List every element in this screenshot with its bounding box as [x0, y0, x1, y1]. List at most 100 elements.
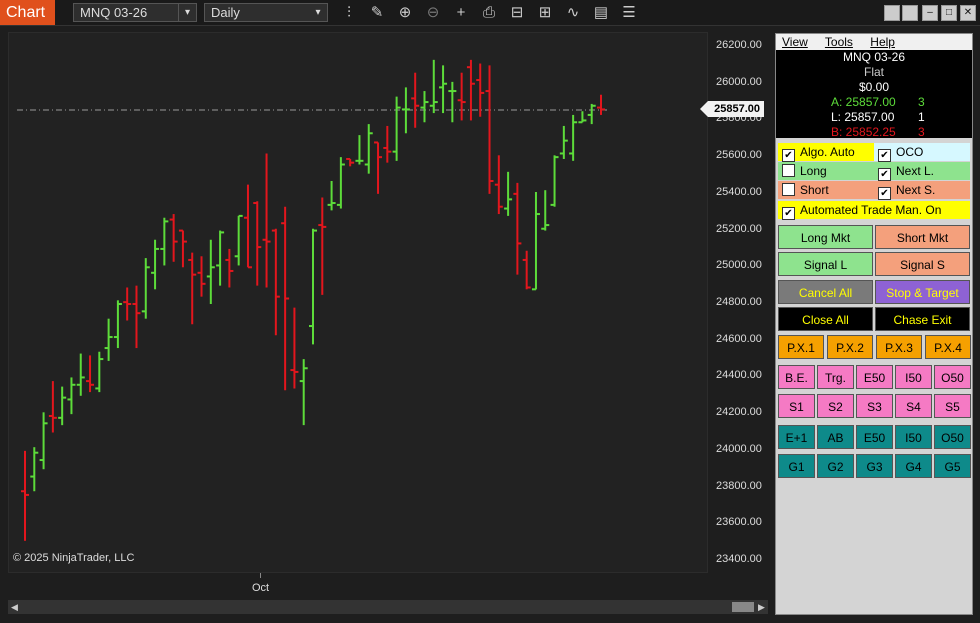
- px1-button[interactable]: P.X.1: [778, 335, 824, 359]
- ohlc-bar: [578, 111, 587, 124]
- ohlc-bar: [355, 135, 364, 165]
- ohlc-bar: [48, 381, 57, 433]
- signal-short-button[interactable]: Signal S: [875, 252, 970, 276]
- zoom-out-icon[interactable]: ⊖: [424, 4, 442, 22]
- next-short-checkbox[interactable]: ✔ Next S.: [874, 181, 970, 200]
- breakeven-button[interactable]: B.E.: [778, 365, 815, 389]
- bid-price: B: 25852.25: [831, 125, 896, 139]
- crosshair-icon[interactable]: +: [452, 4, 470, 22]
- menu-view[interactable]: View: [782, 35, 808, 49]
- s5-button[interactable]: S5: [934, 394, 971, 418]
- i50-button[interactable]: I50: [895, 365, 932, 389]
- timeframe-selector[interactable]: Daily ▾: [204, 3, 328, 22]
- ohlc-bar: [569, 114, 578, 161]
- strategy-icon[interactable]: ⊟: [508, 4, 526, 22]
- oco-checkbox[interactable]: ✔ OCO: [874, 143, 970, 162]
- ohlc-bar: [67, 377, 76, 415]
- properties-icon[interactable]: ⎙: [480, 4, 498, 22]
- s1-button[interactable]: S1: [778, 394, 815, 418]
- maximize-icon[interactable]: □: [941, 5, 957, 21]
- ohlc-bar: [401, 87, 410, 134]
- g5-button[interactable]: G5: [934, 454, 971, 478]
- ohlc-bar: [188, 252, 197, 325]
- ohlc-bar: [392, 96, 401, 161]
- long-mkt-button[interactable]: Long Mkt: [778, 225, 873, 249]
- g3-button[interactable]: G3: [856, 454, 893, 478]
- cancel-all-button[interactable]: Cancel All: [778, 280, 873, 304]
- chart-trader-icon[interactable]: ⊞: [536, 4, 554, 22]
- scroll-thumb[interactable]: [732, 602, 754, 612]
- chevron-down-icon[interactable]: ▾: [309, 4, 327, 21]
- teal-e50-button[interactable]: E50: [856, 425, 893, 449]
- signal-long-button[interactable]: Signal L: [778, 252, 873, 276]
- g4-button[interactable]: G4: [895, 454, 932, 478]
- e-plus-1-button[interactable]: E+1: [778, 425, 815, 449]
- ohlc-bar: [587, 103, 596, 125]
- chase-exit-button[interactable]: Chase Exit: [875, 307, 970, 331]
- ohlc-bar: [104, 318, 113, 361]
- teal-o50-button[interactable]: O50: [934, 425, 971, 449]
- ohlc-bar: [439, 65, 448, 114]
- price-chart: [17, 59, 607, 541]
- ohlc-bar: [336, 157, 345, 209]
- scroll-right-icon[interactable]: ▶: [758, 602, 765, 613]
- copyright-label: © 2025 NinjaTrader, LLC: [13, 552, 135, 564]
- ohlc-bar: [513, 182, 522, 275]
- ohlc-bar: [374, 141, 383, 194]
- minimize-icon[interactable]: –: [922, 5, 938, 21]
- chevron-down-icon[interactable]: ▾: [178, 4, 196, 21]
- template-icon[interactable]: ▤: [592, 4, 610, 22]
- g2-button[interactable]: G2: [817, 454, 854, 478]
- ohlc-bar: [39, 412, 48, 470]
- automated-trade-checkbox[interactable]: ✔ Automated Trade Man. On: [778, 201, 970, 220]
- close-icon[interactable]: ✕: [960, 5, 976, 21]
- ohlc-bar: [151, 239, 160, 290]
- menu-tools[interactable]: Tools: [825, 35, 853, 49]
- s3-button[interactable]: S3: [856, 394, 893, 418]
- e50-button[interactable]: E50: [856, 365, 893, 389]
- next-long-checkbox[interactable]: ✔ Next L.: [874, 162, 970, 181]
- px4-button[interactable]: P.X.4: [925, 335, 971, 359]
- chart-area[interactable]: © 2025 NinjaTrader, LLC: [8, 32, 708, 573]
- list-icon[interactable]: ☰: [620, 4, 638, 22]
- window-option-icon[interactable]: [902, 5, 918, 21]
- ohlc-bar: [243, 184, 252, 269]
- algo-auto-checkbox[interactable]: ✔ Algo. Auto: [778, 143, 874, 162]
- ohlc-bar: [141, 258, 150, 319]
- pencil-icon[interactable]: ✎: [368, 4, 386, 22]
- o50-button[interactable]: O50: [934, 365, 971, 389]
- teal-i50-button[interactable]: I50: [895, 425, 932, 449]
- s4-button[interactable]: S4: [895, 394, 932, 418]
- ab-button[interactable]: AB: [817, 425, 854, 449]
- horizontal-scrollbar[interactable]: ◀ ▶: [8, 600, 768, 614]
- px3-button[interactable]: P.X.3: [876, 335, 922, 359]
- s2-button[interactable]: S2: [817, 394, 854, 418]
- price-axis[interactable]: 26200.00 26000.00 25800.00 25600.00 25400.00…: [700, 32, 770, 573]
- menu-help[interactable]: Help: [870, 35, 895, 49]
- short-checkbox[interactable]: Short: [778, 181, 874, 199]
- instrument-selector[interactable]: MNQ 03-26 ▾: [73, 3, 197, 22]
- price-tick-label: 25200.00: [716, 222, 762, 235]
- bar-type-icon[interactable]: ⫶: [340, 4, 358, 22]
- g1-button[interactable]: G1: [778, 454, 815, 478]
- stop-target-button[interactable]: Stop & Target: [875, 280, 970, 304]
- indicator-icon[interactable]: ∿: [564, 4, 582, 22]
- trigger-button[interactable]: Trg.: [817, 365, 854, 389]
- long-checkbox[interactable]: Long: [778, 162, 874, 180]
- time-axis[interactable]: Oct: [8, 573, 708, 599]
- ohlc-bar: [225, 248, 234, 288]
- price-tick-label: 24800.00: [716, 296, 762, 308]
- ohlc-bar: [58, 386, 67, 426]
- close-all-button[interactable]: Close All: [778, 307, 873, 331]
- ohlc-bar: [531, 192, 540, 291]
- window-option-icon[interactable]: [884, 5, 900, 21]
- scroll-left-icon[interactable]: ◀: [11, 602, 18, 613]
- zoom-in-icon[interactable]: ⊕: [396, 4, 414, 22]
- instrument-label: MNQ 03-26: [80, 5, 148, 20]
- chart-tab[interactable]: Chart: [0, 0, 55, 25]
- ohlc-bar: [457, 72, 466, 121]
- short-mkt-button[interactable]: Short Mkt: [875, 225, 970, 249]
- ohlc-bar: [86, 355, 95, 393]
- time-label: Oct: [252, 582, 270, 594]
- px2-button[interactable]: P.X.2: [827, 335, 873, 359]
